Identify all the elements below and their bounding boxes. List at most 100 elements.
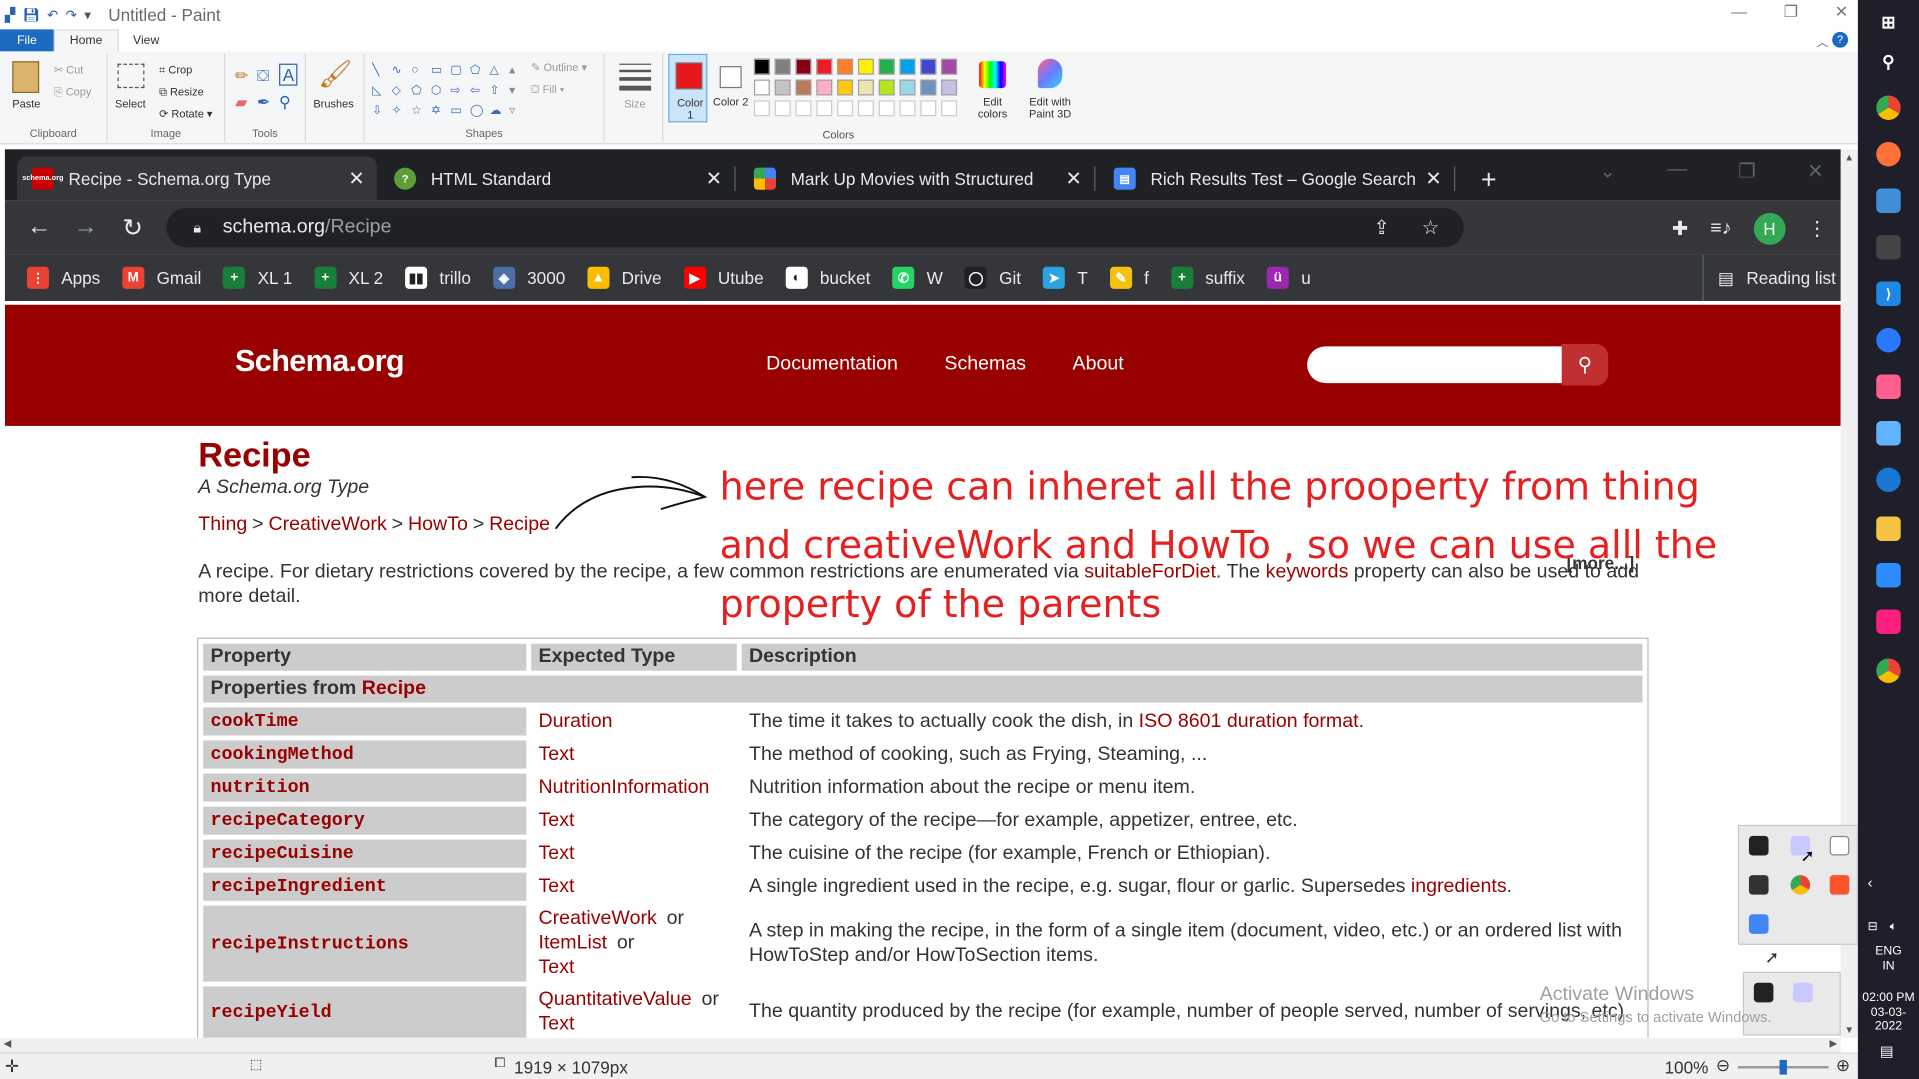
profile-avatar[interactable]: H [1753,212,1786,245]
breadcrumb-link[interactable]: Recipe [489,514,550,535]
expected-type-link[interactable]: Text [539,744,575,765]
shape-arrow-up-icon[interactable]: ⇧ [490,84,507,102]
shapes-gallery[interactable]: ╲ ∿ ○ ▭ ▢ ⬠ △ ▴ ◺ ◇ ⬠ ⬡ ⇨ ⇦ ⇧ ▾ ⇩ ✧ ☆ ✡ ▭ ◯ ☁ ▿ [372,64,516,123]
maximize-icon[interactable]: ❐ [1784,2,1798,22]
palette-empty-swatch[interactable] [837,100,854,117]
select-button[interactable]: Select [115,98,146,110]
bookmark-item[interactable]: + XL 2 [314,266,383,289]
tab-search-icon[interactable]: ⌄ [1599,159,1615,183]
palette-color-swatch[interactable] [795,79,812,96]
address-bar[interactable]: 🔒︎ schema.org/Recipe ⇪ ☆ [166,208,1464,248]
bookmark-item[interactable]: ◈ 3000 [492,266,565,289]
fill-button[interactable]: ⛋ Fill ▾ [531,83,564,96]
property-name-link[interactable]: cookingMethod [203,740,527,769]
tab-view[interactable]: View [118,29,174,51]
minimize-icon[interactable]: — [1731,2,1747,22]
clock-date[interactable]: 03-03-2022 [1858,1006,1919,1033]
paste-icon[interactable] [12,61,40,94]
edit-with-paint3d-button[interactable]: Edit with Paint 3D [1026,95,1075,119]
pen-taskbar-icon[interactable] [1876,467,1901,493]
zoom-slider[interactable] [1737,1059,1829,1075]
file-explorer-taskbar-icon[interactable] [1876,516,1901,541]
shape-scroll-up-icon[interactable]: ▴ [509,64,526,82]
tab-rich-results-test[interactable]: ▤ Rich Results Test – Google Search ✕ [1099,157,1456,201]
search-button[interactable]: ⚲ [1561,343,1609,386]
palette-color-swatch[interactable] [816,79,833,96]
shape-scroll-down-icon[interactable]: ▾ [509,84,526,102]
pencil-icon[interactable]: ✏ [235,66,248,86]
bookmark-star-icon[interactable]: ☆ [1422,215,1440,239]
property-name-link[interactable]: nutrition [203,773,527,802]
palette-color-swatch[interactable] [899,58,916,75]
breadcrumb-link[interactable]: CreativeWork [268,514,386,535]
expected-type-link[interactable]: Text [539,957,575,978]
shape-arrow-down-icon[interactable]: ⇩ [372,104,389,122]
chrome-taskbar-icon[interactable] [1876,95,1901,120]
language-eng[interactable]: ENG [1858,945,1919,958]
expected-type-link[interactable]: QuantitativeValue [539,989,692,1010]
shape-polygon-icon[interactable]: ⬠ [470,64,487,82]
section-recipe-link[interactable]: Recipe [362,678,426,699]
close-tab-icon[interactable]: ✕ [1066,166,1082,190]
site-search-input[interactable] [1307,346,1565,384]
back-arrow-icon[interactable]: ← [27,213,51,241]
size-lines-icon[interactable] [619,63,652,91]
tray-chrome-icon[interactable] [1790,875,1811,895]
palette-color-swatch[interactable] [941,79,958,96]
bookmark-item[interactable]: ⋮ Apps [26,266,100,289]
brushes-button[interactable]: Brushes [313,98,353,110]
bookmark-item[interactable]: ✆ W [892,266,943,289]
paste-button[interactable]: Paste [12,98,40,110]
palette-empty-swatch[interactable] [857,100,874,117]
chrome-restore-icon[interactable]: ❐ [1738,159,1756,183]
scroll-left-icon[interactable]: ◀ [4,1038,12,1049]
shape-right-triangle-icon[interactable]: ◺ [372,84,389,102]
cut-button[interactable]: ✂ Cut [54,64,83,77]
scroll-up-icon[interactable]: ▲ [1844,152,1854,163]
save-icon[interactable]: 💾︎ [23,7,40,23]
collapse-ribbon-icon[interactable]: ︿ [1816,32,1828,50]
file-menu[interactable]: File [0,29,54,52]
notes-taskbar-icon[interactable] [1876,421,1901,446]
expected-type-link[interactable]: Duration [539,710,613,731]
tab-recipe[interactable]: schema.org Recipe - Schema.org Type ✕ [17,156,377,201]
volume-tray-icon[interactable]: 🔈︎ [1890,920,1897,933]
color1-button[interactable]: Color 1 [668,53,708,123]
palette-empty-swatch[interactable] [920,100,937,117]
shape-pentagon-icon[interactable]: ⬠ [411,84,428,102]
maps-taskbar-icon[interactable] [1876,328,1901,353]
palette-empty-swatch[interactable] [774,100,791,117]
zoom-in-icon[interactable]: ⊕ [1836,1055,1850,1076]
undo-icon[interactable]: ↶ [47,7,58,23]
shape-star6-icon[interactable]: ✡ [431,104,448,122]
tab-mark-up-movies[interactable]: Mark Up Movies with Structured ✕ [739,157,1096,201]
palette-color-swatch[interactable] [878,79,895,96]
palette-color-swatch[interactable] [774,58,791,75]
eraser-icon[interactable]: ▰ [235,93,247,113]
palette-empty-swatch[interactable] [795,100,812,117]
property-name-link[interactable]: recipeInstructions [203,905,527,982]
zoom-taskbar-icon[interactable] [1876,562,1901,588]
bookmark-item[interactable]: + suffix [1170,266,1245,289]
tray-brave-icon[interactable] [1829,875,1850,895]
shape-roundrect-icon[interactable]: ▢ [450,64,467,82]
bookmark-item[interactable]: ▶ Utube [683,266,764,289]
bookmark-item[interactable]: ➤ T [1043,266,1088,289]
reload-icon[interactable]: ↻ [122,213,143,244]
lock-icon[interactable]: 🔒︎ [193,218,210,236]
bookmark-item[interactable]: + XL 1 [223,266,292,289]
shape-callout-oval-icon[interactable]: ◯ [470,104,487,122]
property-name-link[interactable]: recipeIngredient [203,872,527,901]
windows-start-icon[interactable]: ⊞ [1876,10,1900,34]
fill-bucket-icon[interactable]: ⛋ [257,66,269,86]
palette-color-swatch[interactable] [899,79,916,96]
palette-color-swatch[interactable] [753,79,770,96]
paint3d-taskbar-icon[interactable] [1876,374,1901,399]
brush-icon[interactable]: 🖌︎ [318,59,352,91]
extensions-icon[interactable]: ✚ [1672,217,1688,241]
customize-qa-icon[interactable]: ▾ [84,7,91,23]
copy-button[interactable]: ⎘ Copy [54,86,92,99]
palette-color-swatch[interactable] [878,58,895,75]
firefox-taskbar-icon[interactable] [1876,141,1901,167]
site-nav-about[interactable]: About [1073,354,1124,376]
